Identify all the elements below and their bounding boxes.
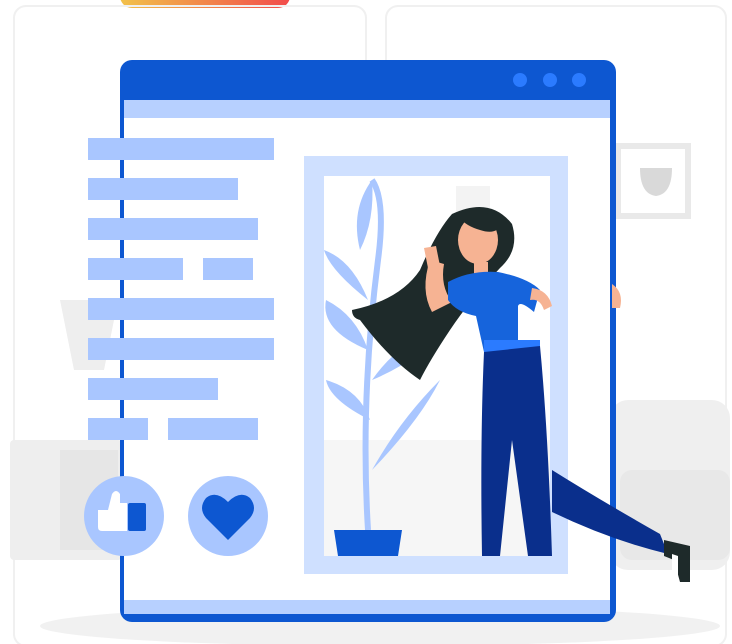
window-header-strip <box>124 100 610 118</box>
plant-pot <box>334 530 402 556</box>
window-footer-strip <box>124 600 610 614</box>
window-dot[interactable] <box>572 73 586 87</box>
illustration <box>10 0 730 644</box>
window-dot[interactable] <box>543 73 557 87</box>
wall-frame-icon <box>615 143 691 219</box>
love-button[interactable] <box>188 476 268 556</box>
window-dot[interactable] <box>513 73 527 87</box>
like-button[interactable] <box>84 476 164 556</box>
